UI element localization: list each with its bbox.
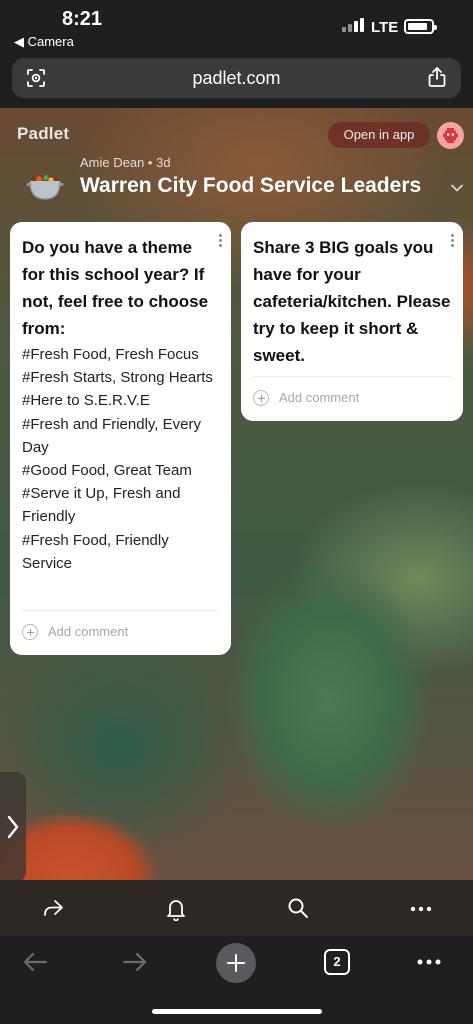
forward-arrow-icon[interactable] bbox=[122, 952, 148, 972]
stew-pot-icon bbox=[26, 174, 64, 200]
board-title[interactable]: Warren City Food Service Leaders bbox=[80, 174, 421, 198]
post-body-line: #Fresh Food, Friendly Service bbox=[22, 531, 169, 572]
post-menu-icon[interactable] bbox=[219, 234, 223, 248]
post-card[interactable]: Share 3 BIG goals you have for your cafe… bbox=[241, 222, 463, 421]
back-arrow-icon[interactable] bbox=[22, 952, 48, 972]
browser-address-bar-area: padlet.com bbox=[0, 54, 473, 108]
user-avatar[interactable] bbox=[437, 122, 464, 149]
post-title: Share 3 BIG goals you have for your cafe… bbox=[253, 238, 451, 365]
home-indicator bbox=[152, 1009, 322, 1014]
padlet-board: Padlet Open in app Amie Dean • 3d Warren… bbox=[0, 108, 473, 880]
search-icon[interactable] bbox=[287, 897, 309, 919]
more-icon[interactable] bbox=[410, 906, 432, 912]
url-text[interactable]: padlet.com bbox=[12, 68, 461, 89]
browser-toolbar: 2 bbox=[0, 936, 473, 1024]
bell-icon[interactable] bbox=[165, 897, 187, 921]
chevron-right-icon bbox=[7, 815, 19, 839]
expand-sidebar-handle[interactable] bbox=[0, 772, 26, 880]
divider bbox=[22, 610, 219, 611]
post-body-line: #Good Food, Great Team bbox=[22, 462, 192, 480]
network-type: LTE bbox=[371, 19, 399, 36]
clock: 8:21 bbox=[62, 8, 103, 30]
share-arrow-icon[interactable] bbox=[42, 897, 64, 919]
status-bar: 8:21 ◀ Camera LTE bbox=[0, 0, 473, 54]
post-title: Do you have a theme for this school year… bbox=[22, 238, 209, 338]
post-body-line: #Here to S.E.R.V.E bbox=[22, 392, 150, 410]
more-icon[interactable] bbox=[417, 959, 441, 965]
open-in-app-button[interactable]: Open in app bbox=[328, 122, 430, 148]
address-bar[interactable]: padlet.com bbox=[12, 58, 461, 98]
add-circle-icon bbox=[22, 624, 38, 640]
padlet-action-bar bbox=[0, 880, 473, 936]
post-body: #Fresh Food, Fresh Focus #Fresh Starts, … bbox=[22, 343, 222, 575]
add-comment-label: Add comment bbox=[48, 624, 129, 639]
share-icon[interactable] bbox=[427, 66, 447, 88]
post-body-line: #Fresh Starts, Strong Hearts bbox=[22, 369, 213, 387]
avatar-icon bbox=[443, 128, 458, 143]
add-circle-icon bbox=[253, 390, 269, 406]
post-body-line: #Fresh and Friendly, Every Day bbox=[22, 415, 201, 456]
tabs-button[interactable]: 2 bbox=[324, 949, 350, 975]
add-comment-label: Add comment bbox=[279, 390, 360, 405]
chevron-down-icon[interactable] bbox=[451, 184, 463, 192]
post-body-line: #Fresh Food, Fresh Focus bbox=[22, 346, 199, 363]
post-body-line: #Serve it Up, Fresh and Friendly bbox=[22, 485, 181, 526]
new-tab-button[interactable] bbox=[216, 943, 256, 983]
padlet-logo[interactable]: Padlet bbox=[17, 124, 69, 144]
divider bbox=[253, 376, 451, 377]
post-card[interactable]: Do you have a theme for this school year… bbox=[10, 222, 231, 655]
cellular-signal-icon bbox=[342, 18, 364, 32]
back-to-app-link[interactable]: ◀ Camera bbox=[14, 34, 74, 50]
battery-icon bbox=[404, 19, 437, 34]
board-author-line: Amie Dean • 3d bbox=[80, 155, 171, 170]
